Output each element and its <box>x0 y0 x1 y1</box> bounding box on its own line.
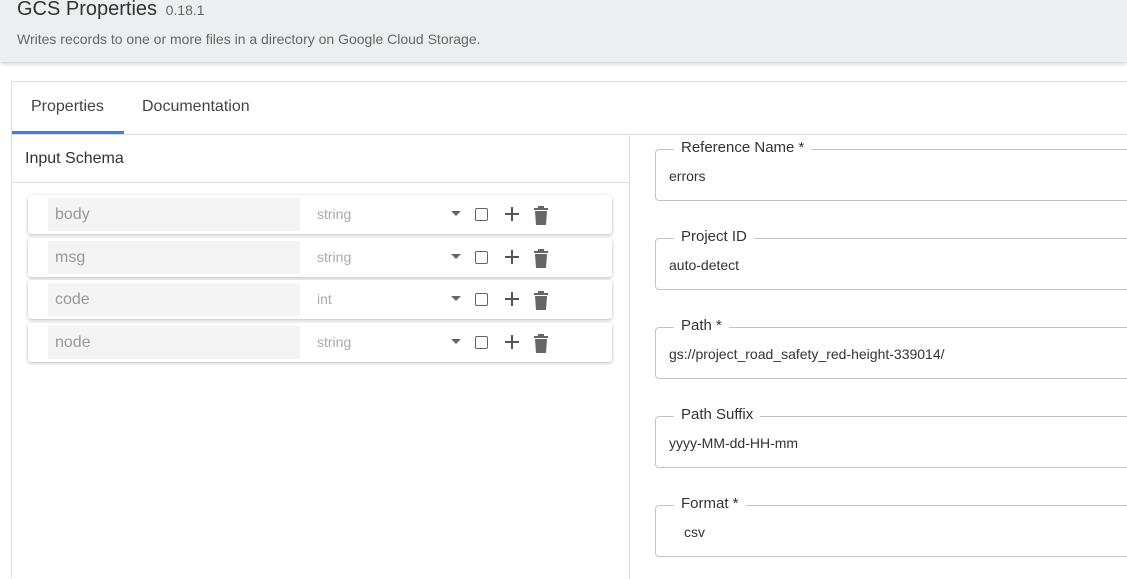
field-name-input[interactable]: body <box>48 198 300 231</box>
field-label: Path Suffix <box>674 406 761 423</box>
properties-panel: Properties Documentation Input Schema bo… <box>11 81 1127 579</box>
plugin-name: GCS Properties <box>17 0 158 20</box>
field-value[interactable]: yyyy-MM-dd-HH-mm <box>669 435 798 451</box>
format-field[interactable]: Format * csv <box>655 495 1127 557</box>
input-schema-panel: Input Schema body string msg string code… <box>12 134 630 579</box>
input-schema-title: Input Schema <box>25 150 124 167</box>
tab-bar: Properties Documentation <box>12 82 1127 135</box>
add-field-icon[interactable] <box>503 290 521 308</box>
field-value[interactable]: gs://project_road_safety_red-height-3390… <box>669 346 945 362</box>
tab-properties[interactable]: Properties <box>31 98 104 116</box>
plugin-description: Writes records to one or more files in a… <box>17 31 481 47</box>
format-select-value[interactable]: csv <box>684 524 705 540</box>
field-type-select[interactable]: int <box>317 283 332 316</box>
add-field-icon[interactable] <box>503 205 521 223</box>
schema-field-row: code int <box>28 280 612 319</box>
field-name-input[interactable]: msg <box>48 241 300 274</box>
field-value[interactable]: auto-detect <box>669 257 739 273</box>
project-id-field[interactable]: Project ID auto-detect <box>655 228 1127 290</box>
nullable-checkbox[interactable] <box>475 293 488 306</box>
field-label: Path * <box>674 317 729 334</box>
field-label: Project ID <box>674 228 754 245</box>
tab-documentation[interactable]: Documentation <box>142 98 250 116</box>
schema-field-row: msg string <box>28 238 612 277</box>
field-name-input[interactable]: code <box>48 283 300 316</box>
plugin-header: GCS Properties 0.18.1 Writes records to … <box>0 0 1127 62</box>
reference-name-field[interactable]: Reference Name * errors <box>655 139 1127 201</box>
delete-icon[interactable] <box>533 290 549 310</box>
plugin-title: GCS Properties 0.18.1 <box>17 0 205 21</box>
delete-icon[interactable] <box>533 333 549 353</box>
nullable-checkbox[interactable] <box>475 208 488 221</box>
nullable-checkbox[interactable] <box>475 251 488 264</box>
add-field-icon[interactable] <box>503 333 521 351</box>
chevron-down-icon[interactable] <box>451 254 461 259</box>
chevron-down-icon[interactable] <box>451 211 461 216</box>
nullable-checkbox[interactable] <box>475 336 488 349</box>
add-field-icon[interactable] <box>503 248 521 266</box>
chevron-down-icon[interactable] <box>451 296 461 301</box>
field-type-select[interactable]: string <box>317 326 351 359</box>
field-type-select[interactable]: string <box>317 198 351 231</box>
field-label: Format * <box>674 495 746 512</box>
divider <box>12 182 629 183</box>
field-name-input[interactable]: node <box>48 326 300 359</box>
path-field[interactable]: Path * gs://project_road_safety_red-heig… <box>655 317 1127 379</box>
chevron-down-icon[interactable] <box>451 339 461 344</box>
properties-form: Reference Name * errors Project ID auto-… <box>630 134 1127 579</box>
field-value[interactable]: errors <box>669 168 706 184</box>
field-label: Reference Name * <box>674 139 812 156</box>
delete-icon[interactable] <box>533 248 549 268</box>
schema-field-row: body string <box>28 195 612 234</box>
delete-icon[interactable] <box>533 205 549 225</box>
schema-field-row: node string <box>28 323 612 362</box>
plugin-version: 0.18.1 <box>165 2 205 18</box>
path-suffix-field[interactable]: Path Suffix yyyy-MM-dd-HH-mm <box>655 406 1127 468</box>
field-type-select[interactable]: string <box>317 241 351 274</box>
